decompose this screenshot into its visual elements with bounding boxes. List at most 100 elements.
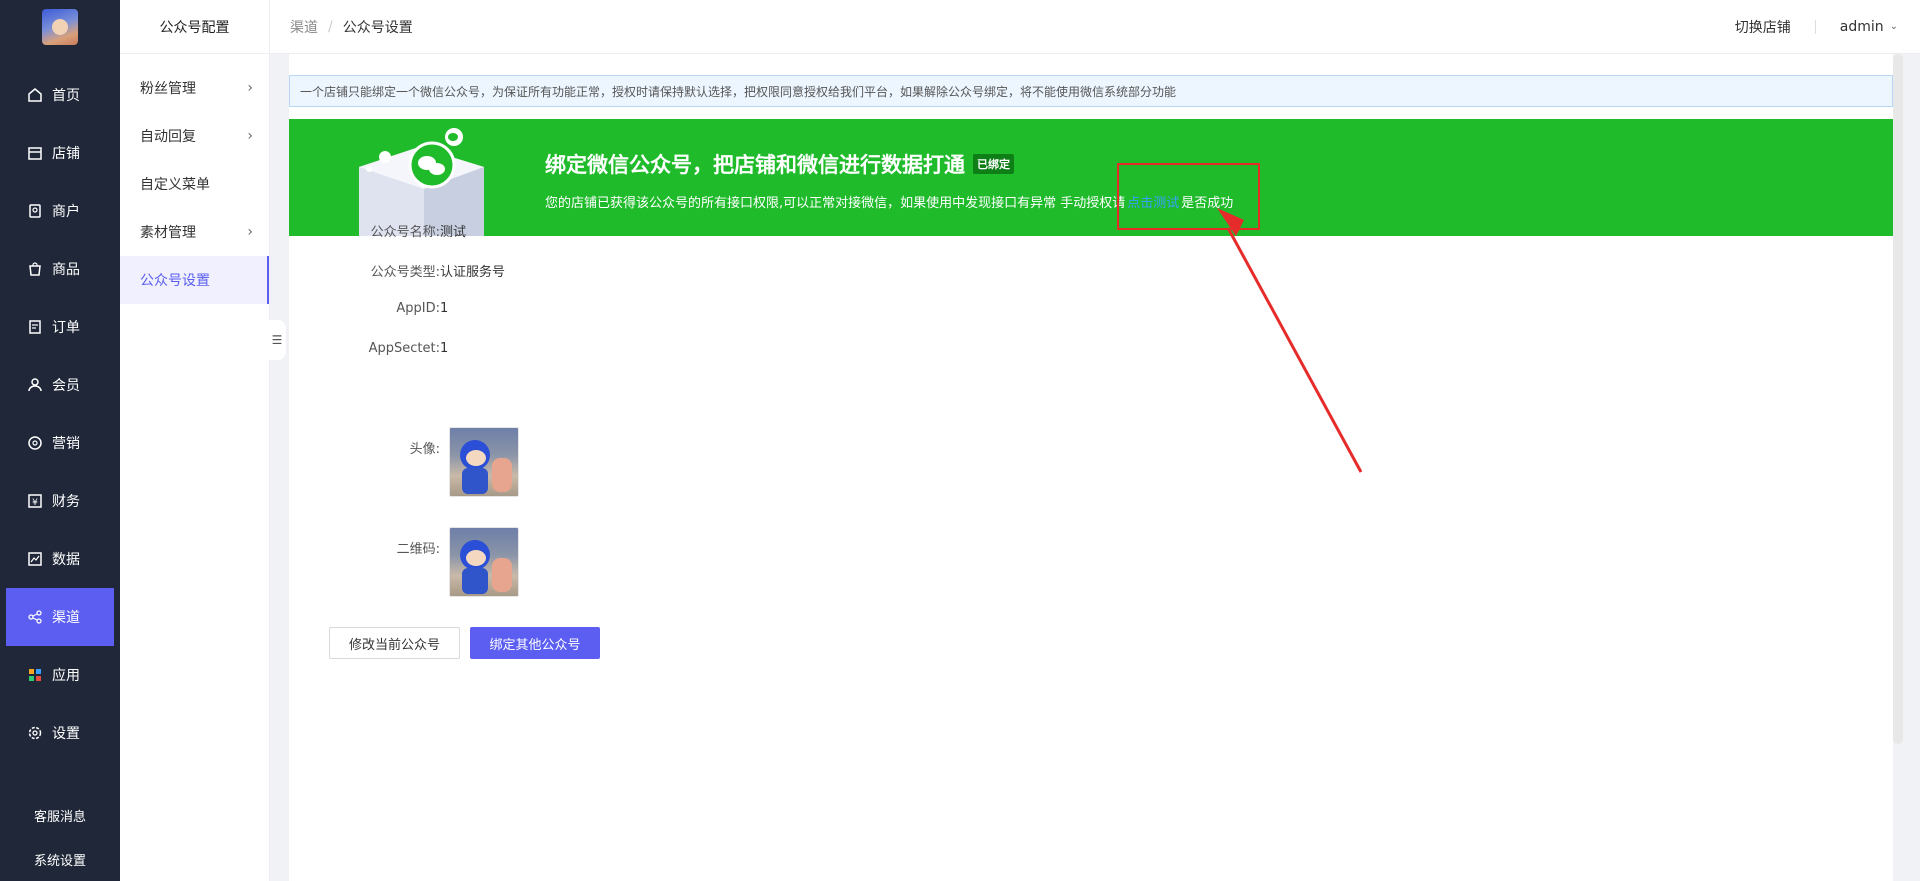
- figure-second: [492, 458, 512, 492]
- nav-label: 会员: [52, 378, 80, 394]
- submenu-label: 素材管理: [140, 225, 196, 241]
- sidebar-bottom: 客服消息 系统设置: [0, 793, 120, 881]
- figure-face: [466, 450, 486, 466]
- field-label: AppSectet:: [368, 341, 440, 356]
- banner-desc-before: 您的店铺已获得该公众号的所有接口权限,可以正常对接微信，如果使用中发现接口有异常…: [545, 196, 1126, 211]
- submenu-title: 公众号配置: [120, 0, 269, 54]
- account-type-value: 认证服务号: [440, 265, 506, 280]
- chevron-down-icon: ⌄: [1889, 21, 1898, 32]
- figure-face: [466, 550, 486, 566]
- info-row-appid: AppID: 1: [289, 301, 448, 316]
- info-row-avatar: 头像:: [289, 428, 440, 457]
- logo[interactable]: [0, 0, 120, 54]
- nav-label: 营销: [52, 436, 80, 452]
- field-label: AppID:: [396, 301, 440, 316]
- field-label: 头像:: [409, 442, 440, 457]
- nav-item-home[interactable]: 首页: [0, 66, 120, 124]
- yuan-icon: ¥: [26, 492, 44, 510]
- nav-label: 订单: [52, 320, 80, 336]
- nav-label: 应用: [52, 668, 80, 684]
- main-sidebar: 首页 店铺 商户 商品 订单 会员 营销 ¥ 财务 数据 渠道 应用 设置 客服…: [0, 0, 120, 881]
- svg-text:¥: ¥: [32, 498, 38, 508]
- chevron-right-icon: ›: [247, 224, 253, 240]
- switch-store-link[interactable]: 切换店铺: [1735, 17, 1791, 37]
- figure-body: [462, 568, 488, 594]
- info-notice: 一个店铺只能绑定一个微信公众号，为保证所有功能正常，授权时请保持默认选择，把权限…: [289, 75, 1893, 107]
- nav-item-data[interactable]: 数据: [0, 530, 120, 588]
- share-icon: [26, 608, 44, 626]
- submenu-label: 粉丝管理: [140, 81, 196, 97]
- bound-status-badge: 已绑定: [973, 154, 1014, 174]
- top-header: 渠道 / 公众号设置 切换店铺 admin ⌄: [270, 0, 1920, 54]
- submenu-item-auto-reply[interactable]: 自动回复 ›: [120, 112, 269, 160]
- submenu-label: 自动回复: [140, 129, 196, 145]
- customer-message-link[interactable]: 客服消息: [0, 793, 120, 837]
- info-row-name: 公众号名称: 测试: [289, 221, 466, 240]
- banner-title: 绑定微信公众号，把店铺和微信进行数据打通: [545, 153, 965, 177]
- nav-item-marketing[interactable]: 营销: [0, 414, 120, 472]
- banner-title-row: 绑定微信公众号，把店铺和微信进行数据打通 已绑定: [545, 149, 1014, 179]
- main-content: 一个店铺只能绑定一个微信公众号，为保证所有功能正常，授权时请保持默认选择，把权限…: [289, 54, 1893, 881]
- annotation-highlight-box: [1117, 163, 1260, 230]
- menu-collapse-toggle[interactable]: ☰: [268, 320, 286, 360]
- appid-value: 1: [440, 301, 449, 316]
- info-row-secret: AppSectet: 1: [289, 341, 449, 356]
- apps-icon: [26, 666, 44, 684]
- submenu-item-fans[interactable]: 粉丝管理 ›: [120, 64, 269, 112]
- field-label: 公众号名称:: [370, 225, 440, 240]
- breadcrumb-separator: /: [328, 18, 333, 35]
- content-scrollbar[interactable]: [1893, 54, 1903, 744]
- nav-label: 店铺: [52, 146, 80, 162]
- field-label: 二维码:: [396, 542, 440, 557]
- breadcrumb: 渠道 / 公众号设置: [270, 17, 413, 37]
- binding-banner: 绑定微信公众号，把店铺和微信进行数据打通 已绑定 您的店铺已获得该公众号的所有接…: [289, 119, 1893, 236]
- submenu-item-custom-menu[interactable]: 自定义菜单: [120, 160, 269, 208]
- chevron-right-icon: ›: [247, 80, 253, 96]
- figure-body: [462, 468, 488, 494]
- qrcode-image[interactable]: [449, 527, 519, 597]
- info-row-type: 公众号类型: 认证服务号: [289, 261, 505, 280]
- appsecret-value: 1: [440, 341, 449, 356]
- figure-second: [492, 558, 512, 592]
- chevron-right-icon: ›: [247, 128, 253, 144]
- info-row-qrcode: 二维码:: [289, 528, 440, 557]
- nav-item-settings[interactable]: 设置: [0, 704, 120, 762]
- bind-other-account-button[interactable]: 绑定其他公众号: [470, 627, 600, 659]
- nav-label: 数据: [52, 552, 80, 568]
- nav-item-member[interactable]: 会员: [0, 356, 120, 414]
- nav-item-apps[interactable]: 应用: [0, 646, 120, 704]
- nav-item-goods[interactable]: 商品: [0, 240, 120, 298]
- modify-account-button[interactable]: 修改当前公众号: [329, 627, 460, 659]
- avatar-image[interactable]: [449, 427, 519, 497]
- bag-icon: [26, 260, 44, 278]
- breadcrumb-parent[interactable]: 渠道: [290, 17, 318, 37]
- nav-label: 渠道: [52, 610, 80, 626]
- nav-item-store[interactable]: 店铺: [0, 124, 120, 182]
- nav-item-merchant[interactable]: 商户: [0, 182, 120, 240]
- home-icon: [26, 86, 44, 104]
- nav-item-order[interactable]: 订单: [0, 298, 120, 356]
- submenu-label: 自定义菜单: [140, 177, 210, 193]
- header-actions: 切换店铺 admin ⌄: [1735, 17, 1920, 37]
- submenu-item-material[interactable]: 素材管理 ›: [120, 208, 269, 256]
- nav-item-channel[interactable]: 渠道: [6, 588, 114, 646]
- header-divider: [1814, 19, 1816, 34]
- nav-label: 商户: [52, 204, 80, 220]
- nav-item-finance[interactable]: ¥ 财务: [0, 472, 120, 530]
- wechat-box-illustration: [359, 128, 484, 236]
- system-settings-link[interactable]: 系统设置: [0, 837, 120, 881]
- submenu-item-account-settings[interactable]: 公众号设置: [120, 256, 269, 304]
- account-name-value: 测试: [440, 225, 467, 240]
- user-icon: [26, 376, 44, 394]
- field-label: 公众号类型:: [370, 265, 440, 280]
- action-buttons: 修改当前公众号 绑定其他公众号: [329, 627, 600, 659]
- merchant-icon: [26, 202, 44, 220]
- store-icon: [26, 144, 44, 162]
- secondary-menu: 公众号配置 粉丝管理 › 自动回复 › 自定义菜单 素材管理 › 公众号设置: [120, 0, 270, 881]
- gear-icon: [26, 724, 44, 742]
- user-menu[interactable]: admin ⌄: [1840, 19, 1898, 35]
- nav-label: 设置: [52, 726, 80, 742]
- order-icon: [26, 318, 44, 336]
- chart-icon: [26, 550, 44, 568]
- collapse-icon: ☰: [271, 333, 283, 347]
